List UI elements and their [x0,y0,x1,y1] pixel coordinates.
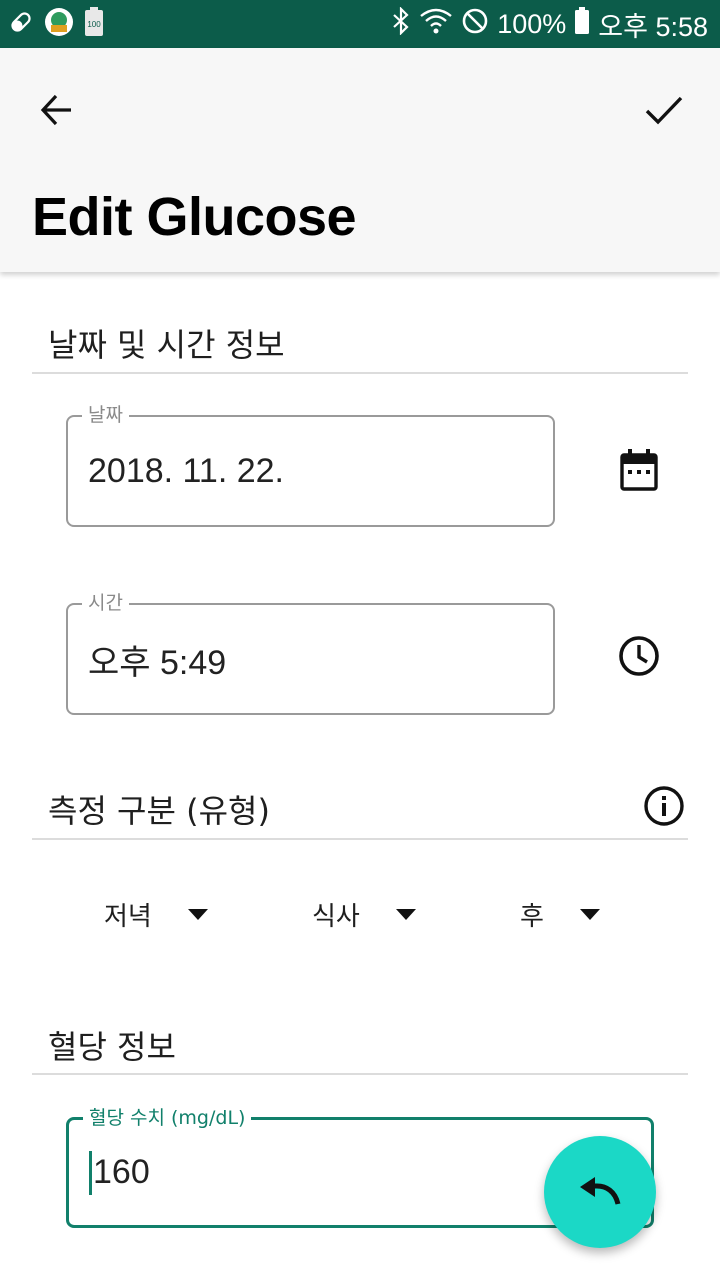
system-status: 100% 오후 5:58 [391,0,708,48]
back-button[interactable] [32,86,80,134]
page-title: Edit Glucose [32,187,357,247]
datetime-section-title: 날짜 및 시간 정보 [48,326,285,364]
time-value: 오후 5:49 [88,643,227,682]
wifi-icon [419,7,453,42]
date-field[interactable]: 날짜 2018. 11. 22. [66,403,555,527]
info-icon [644,786,684,826]
clock-icon [619,636,659,676]
glucose-value: 160 [93,1153,150,1191]
glucose-section-title: 혈당 정보 [48,1028,176,1066]
info-button[interactable] [640,782,688,830]
meal-type-value: 식사 [312,901,360,932]
date-value: 2018. 11. 22. [88,451,284,490]
glucose-value-input[interactable]: 160 [89,1120,150,1225]
undo-icon [580,1177,621,1205]
battery-percent: 100% [497,8,567,39]
do-not-disturb-icon [461,7,489,42]
category-divider [32,838,688,840]
battery-100-notification-icon: 100 [84,7,104,41]
pill-icon [8,9,34,39]
status-bar: 100 100% 오후 5:58 [0,0,720,48]
meal-timing-value: 후 [520,901,544,932]
undo-fab-button[interactable] [544,1136,656,1248]
meal-time-dropdown[interactable]: 저녁 [104,888,208,940]
text-cursor [89,1150,92,1195]
meal-timing-dropdown[interactable]: 후 [520,888,600,940]
date-picker-button[interactable] [615,446,663,494]
category-section-title: 측정 구분 (유형) [48,792,270,830]
bluetooth-icon [391,5,411,42]
meal-time-value: 저녁 [104,901,152,932]
time-picker-button[interactable] [615,632,663,680]
chevron-down-icon [395,908,416,920]
save-button[interactable] [640,86,688,134]
chevron-down-icon [579,908,600,920]
app-bar: Edit Glucose [0,48,720,272]
datetime-divider [32,372,688,374]
status-time: 오후 5:58 [598,11,708,42]
battery-icon [574,6,590,42]
check-icon [645,96,683,125]
time-field[interactable]: 시간 오후 5:49 [66,591,555,715]
app-badge-icon [44,7,74,41]
chevron-down-icon [187,908,208,920]
meal-type-dropdown[interactable]: 식사 [312,888,416,940]
svg-text:100: 100 [87,20,101,29]
arrow-back-icon [40,94,71,126]
calendar-icon [620,449,658,491]
notification-icons: 100 [8,7,104,41]
glucose-divider [32,1073,688,1075]
